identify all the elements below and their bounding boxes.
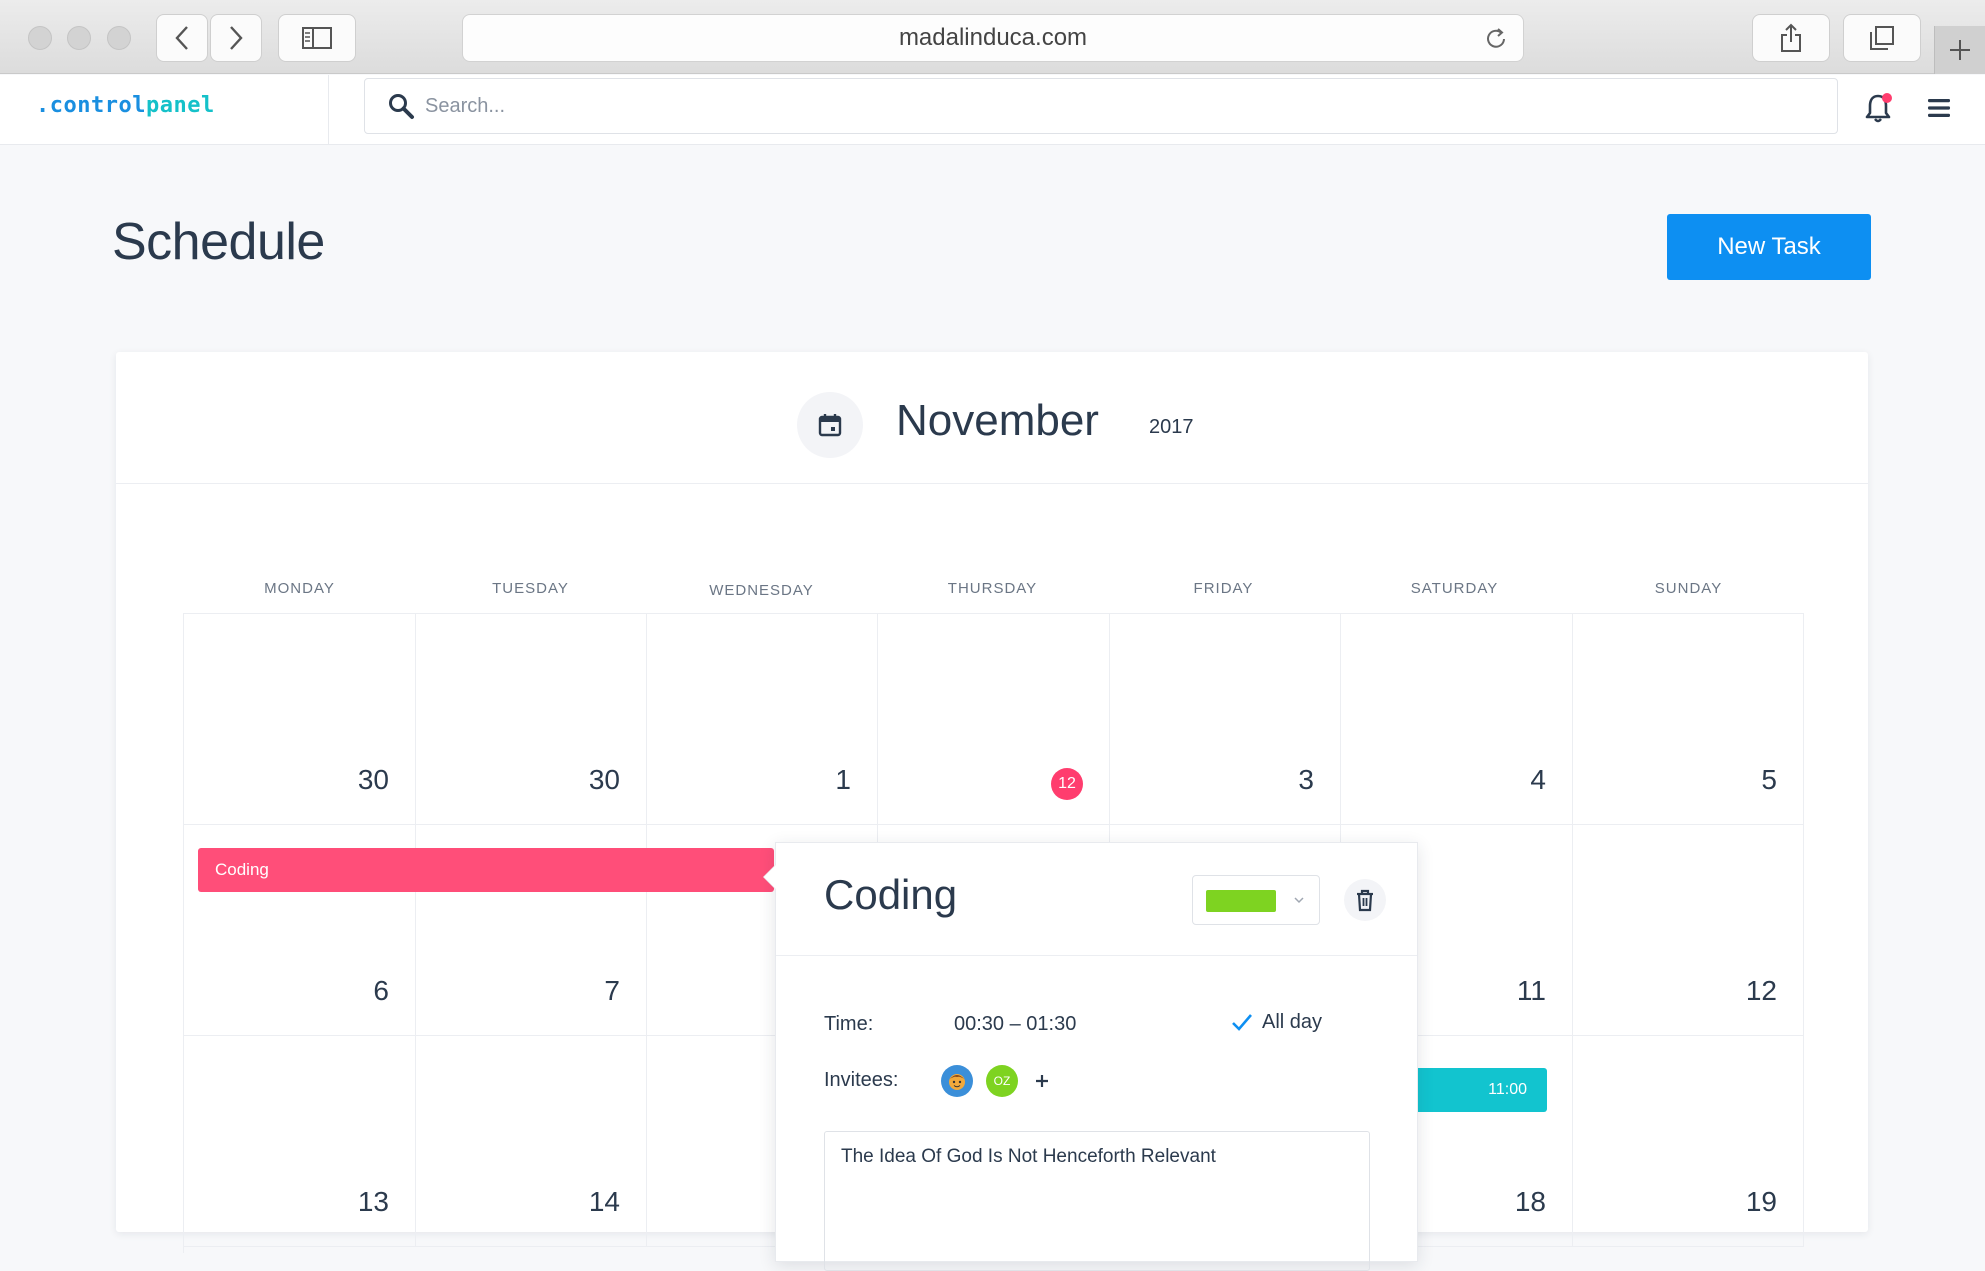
event-label: Coding — [215, 860, 269, 879]
calendar-card: November 2017 MONDAY TUESDAY WEDNESDAY T… — [116, 352, 1868, 1271]
day-number: 11 — [1516, 975, 1546, 1006]
time-label: Time: — [824, 1013, 874, 1035]
day-number: 19 — [1745, 1186, 1777, 1217]
day-cell[interactable]: 30 — [184, 614, 416, 825]
day-cell[interactable]: 4 — [1341, 614, 1573, 825]
day-cell[interactable]: 13 — [184, 1036, 416, 1247]
allday-label[interactable]: All day — [1262, 1011, 1322, 1034]
address-text: madalinduca.com — [898, 24, 1088, 51]
search-icon — [389, 94, 414, 119]
weekday-label: MONDAY — [264, 580, 335, 597]
app-header: .controlpanel — [0, 75, 1985, 145]
color-swatch — [1206, 890, 1276, 912]
day-cell[interactable]: 19 — [1572, 1036, 1804, 1247]
day-number: 13 — [357, 1186, 389, 1217]
calendar-icon — [818, 414, 842, 437]
event-teal[interactable]: 11:00 — [1413, 1068, 1547, 1112]
chevron-left-icon — [175, 26, 188, 50]
weekday-label: THURSDAY — [947, 580, 1038, 597]
weekday-label: SATURDAY — [1410, 580, 1499, 597]
weekday-label: SUNDAY — [1654, 580, 1723, 597]
day-cell[interactable]: 14 — [415, 1036, 647, 1247]
delete-event-button[interactable] — [1344, 879, 1386, 921]
reload-icon[interactable] — [1483, 26, 1509, 52]
day-number: 14 — [588, 1186, 620, 1217]
today-badge: 12 — [1051, 768, 1083, 800]
notifications-button[interactable] — [1864, 93, 1894, 125]
share-icon — [1781, 23, 1801, 52]
weekday-label: TUESDAY — [492, 580, 569, 597]
window-minimize-button[interactable] — [67, 26, 91, 50]
weekday-label: WEDNESDAY — [709, 582, 814, 599]
app-logo[interactable]: .controlpanel — [36, 93, 215, 118]
time-value[interactable]: 00:30 – 01:30 — [954, 1013, 1076, 1036]
plus-icon — [1036, 1075, 1048, 1087]
day-number: 1 — [835, 764, 851, 795]
avatar-initials: OZ — [993, 1074, 1011, 1088]
event-color-select[interactable] — [1192, 875, 1320, 925]
weekday-header-row: MONDAY TUESDAY WEDNESDAY THURSDAY FRIDAY… — [184, 580, 1804, 610]
day-number: 7 — [604, 975, 620, 1006]
month-picker-button[interactable] — [797, 392, 863, 458]
avatar[interactable]: OZ — [986, 1065, 1018, 1097]
day-number: 12 — [1745, 975, 1777, 1006]
search-input[interactable] — [425, 94, 1825, 118]
day-cell[interactable]: 30 — [415, 614, 647, 825]
year-label: 2017 — [1149, 416, 1194, 438]
window-close-button[interactable] — [28, 26, 52, 50]
popover-title: Coding — [824, 871, 958, 918]
day-cell[interactable]: 1 — [646, 614, 878, 825]
tabs-icon — [1870, 26, 1894, 50]
back-button[interactable] — [156, 14, 208, 62]
sidebar-icon — [302, 27, 332, 49]
invitees-label: Invitees: — [824, 1069, 899, 1091]
tabs-overview-button[interactable] — [1843, 14, 1921, 62]
event-popover: Coding Time: 00:30 – 01:30 All day Invit… — [764, 842, 1418, 1271]
day-cell-today[interactable]: 12 — [878, 614, 1110, 825]
share-button[interactable] — [1752, 14, 1830, 62]
popover-arrow — [764, 865, 776, 889]
forward-button[interactable] — [210, 14, 262, 62]
hamburger-menu-icon[interactable] — [1926, 97, 1952, 119]
logo-text-panel: panel — [145, 93, 215, 118]
day-number: 6 — [373, 975, 389, 1006]
sidebar-toggle-button[interactable] — [278, 14, 356, 62]
trash-icon — [1357, 889, 1373, 912]
day-number: 4 — [1530, 764, 1546, 795]
add-invitee-button[interactable] — [1030, 1065, 1054, 1097]
day-number: 3 — [1298, 764, 1314, 795]
day-number: 5 — [1761, 764, 1777, 795]
page-title: Schedule — [112, 213, 325, 271]
new-tab-button[interactable] — [1934, 26, 1985, 74]
logo-text-control: control — [49, 93, 146, 118]
chevron-right-icon — [230, 26, 243, 50]
day-cell[interactable]: 12 — [1572, 825, 1804, 1036]
event-notes-field[interactable]: The Idea Of God Is Not Henceforth Releva… — [824, 1131, 1370, 1271]
event-coding[interactable]: Coding — [198, 848, 774, 892]
browser-toolbar: madalinduca.com — [0, 0, 1985, 74]
notification-dot — [1882, 93, 1892, 103]
logo-dot: . — [36, 93, 50, 118]
allday-checkbox[interactable] — [1230, 1011, 1254, 1035]
plus-icon — [1950, 40, 1970, 60]
avatar-face-icon — [949, 1074, 965, 1090]
address-bar[interactable]: madalinduca.com — [462, 14, 1524, 62]
day-number: 18 — [1514, 1186, 1546, 1217]
day-cell[interactable]: 3 — [1109, 614, 1341, 825]
popover-divider — [776, 955, 1417, 956]
search-box — [364, 78, 1838, 134]
window-zoom-button[interactable] — [107, 26, 131, 50]
chevron-down-icon — [1294, 897, 1304, 904]
weekday-label: FRIDAY — [1193, 580, 1254, 597]
day-number: 30 — [588, 764, 620, 795]
avatar[interactable] — [941, 1065, 973, 1097]
new-task-button[interactable]: New Task — [1667, 214, 1871, 280]
event-time-label: 11:00 — [1488, 1081, 1527, 1098]
month-label: November — [896, 396, 1099, 445]
day-cell[interactable]: 5 — [1572, 614, 1804, 825]
day-number: 30 — [357, 764, 389, 795]
calendar-header: November 2017 — [116, 352, 1868, 484]
header-divider — [328, 75, 329, 145]
